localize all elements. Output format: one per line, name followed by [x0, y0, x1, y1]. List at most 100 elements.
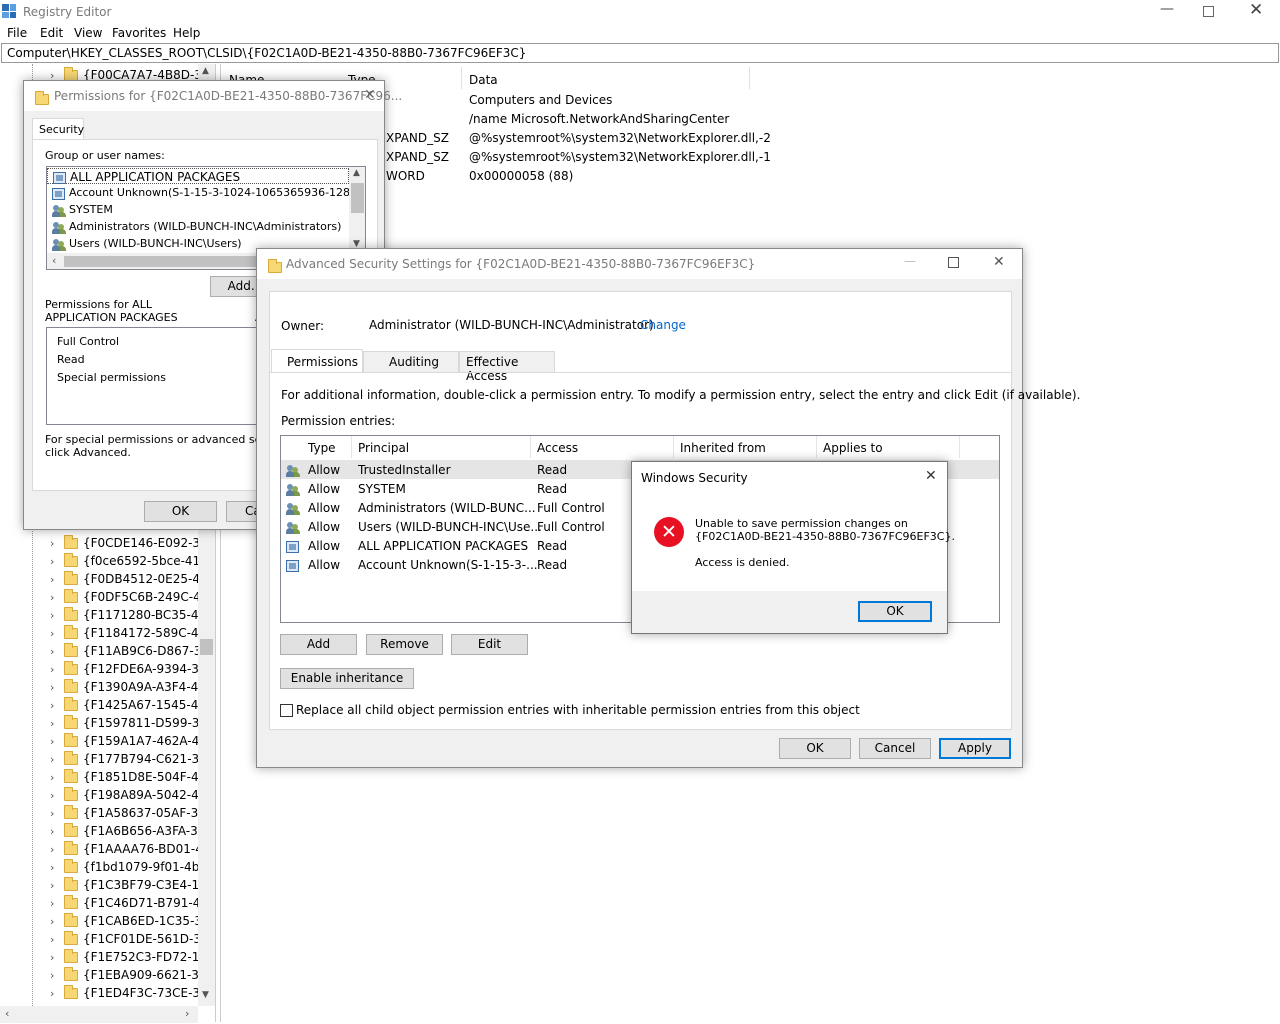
replace-checkbox-label[interactable]: Replace all child object permission entr… [296, 703, 860, 717]
tree-item[interactable]: › {F1184172-589C-4EC [50, 624, 212, 642]
ok-button[interactable]: OK [779, 738, 851, 759]
tab-auditing[interactable]: Auditing [363, 351, 459, 373]
tree-item[interactable]: › {F1390A9A-A3F4-4E! [50, 678, 212, 696]
address-bar[interactable]: Computer\HKEY_CLASSES_ROOT\CLSID\{F02C1A… [1, 43, 1279, 63]
restore-icon[interactable] [1203, 6, 1214, 17]
maximize-icon[interactable] [948, 257, 959, 268]
tree-item[interactable]: › {F1597811-D599-35D [50, 714, 212, 732]
chevron-right-icon[interactable]: › [50, 805, 64, 822]
close-icon[interactable]: ✕ [364, 87, 376, 103]
replace-checkbox[interactable] [280, 704, 293, 717]
scroll-left-icon[interactable]: ‹ [52, 254, 56, 267]
tree-item[interactable]: › {f1bd1079-9f01-4bdc [50, 858, 212, 876]
tab-permissions[interactable]: Permissions [271, 349, 363, 373]
tree-item[interactable]: › {F1171280-BC35-45d [50, 606, 212, 624]
chevron-right-icon[interactable]: › [50, 733, 64, 750]
chevron-right-icon[interactable]: › [50, 697, 64, 714]
menu-view[interactable]: View [74, 26, 102, 40]
user-list-item[interactable]: Account Unknown(S-1-15-3-1024-1065365936… [47, 185, 365, 201]
error-ok-button[interactable]: OK [858, 601, 932, 622]
tab-security[interactable]: Security [32, 118, 84, 140]
chevron-right-icon[interactable]: › [50, 553, 64, 570]
scroll-thumb[interactable] [200, 639, 213, 655]
tree-item[interactable]: › {F1CF01DE-561D-3D [50, 930, 212, 948]
tree-item[interactable]: › {F1851D8E-504F-48A [50, 768, 212, 786]
chevron-right-icon[interactable]: › [50, 589, 64, 606]
minimize-icon[interactable]: — [904, 254, 916, 268]
tree-item[interactable]: › {f0ce6592-5bce-41cc [50, 552, 212, 570]
chevron-right-icon[interactable]: › [50, 859, 64, 876]
chevron-right-icon[interactable]: › [50, 535, 64, 552]
change-owner-link[interactable]: Change [640, 318, 686, 332]
col-access[interactable]: Access [537, 441, 578, 455]
chevron-right-icon[interactable]: › [50, 571, 64, 588]
menu-help[interactable]: Help [173, 26, 200, 40]
enable-inheritance-button[interactable]: Enable inheritance [280, 668, 414, 689]
tree-item[interactable]: › {F1A6B656-A3FA-3A [50, 822, 212, 840]
chevron-right-icon[interactable]: › [50, 787, 64, 804]
chevron-right-icon[interactable]: › [50, 661, 64, 678]
col-principal[interactable]: Principal [358, 441, 409, 455]
scroll-down-icon[interactable]: ▼ [202, 990, 209, 1000]
chevron-right-icon[interactable]: › [50, 823, 64, 840]
chevron-right-icon[interactable]: › [50, 643, 64, 660]
scroll-left-icon[interactable]: ‹ [5, 1007, 9, 1020]
col-type[interactable]: Type [308, 441, 336, 455]
tree-item[interactable]: › {F1C46D71-B791-411 [50, 894, 212, 912]
chevron-right-icon[interactable]: › [50, 895, 64, 912]
user-list-item[interactable]: Administrators (WILD-BUNCH-INC\Administr… [47, 219, 349, 235]
remove-entry-button[interactable]: Remove [366, 634, 443, 655]
tree-item[interactable]: › {F1AAAA76-BD01-42 [50, 840, 212, 858]
scroll-up-icon[interactable]: ▲ [353, 168, 360, 178]
chevron-right-icon[interactable]: › [50, 931, 64, 948]
tree-item[interactable]: › {F1425A67-1545-44A [50, 696, 212, 714]
chevron-right-icon[interactable]: › [50, 715, 64, 732]
tree-item[interactable]: › {F1EBA909-6621-346 [50, 966, 212, 984]
minimize-icon[interactable]: — [1160, 1, 1174, 17]
tree-item[interactable]: › {F0DF5C6B-249C-4FI [50, 588, 212, 606]
close-icon[interactable]: ✕ [925, 468, 937, 484]
edit-entry-button[interactable]: Edit [451, 634, 528, 655]
user-list-vscroll[interactable]: ▲ ▼ [349, 167, 365, 253]
chevron-right-icon[interactable]: › [50, 985, 64, 1002]
tree-item[interactable]: › {F0CDE146-E092-39C [50, 534, 212, 552]
chevron-right-icon[interactable]: › [50, 679, 64, 696]
user-list-item[interactable]: SYSTEM [47, 202, 349, 218]
col-data[interactable]: Data [469, 73, 498, 87]
menu-favorites[interactable]: Favorites [112, 26, 166, 40]
tree-item[interactable]: › {F1A58637-05AF-3E2 [50, 804, 212, 822]
scroll-thumb[interactable] [351, 183, 364, 213]
tree-item[interactable]: › {F1E752C3-FD72-11D [50, 948, 212, 966]
user-list-item[interactable]: ALL APPLICATION PACKAGES [47, 168, 349, 184]
chevron-right-icon[interactable]: › [50, 751, 64, 768]
chevron-right-icon[interactable]: › [50, 877, 64, 894]
tree-item[interactable]: › {F12FDE6A-9394-3C3 [50, 660, 212, 678]
cancel-button[interactable]: Cancel [859, 738, 931, 759]
chevron-right-icon[interactable]: › [50, 967, 64, 984]
menu-file[interactable]: File [7, 26, 27, 40]
chevron-right-icon[interactable]: › [50, 949, 64, 966]
chevron-right-icon[interactable]: › [50, 841, 64, 858]
tree-item[interactable]: › {F11AB9C6-D867-3B [50, 642, 212, 660]
tree-item[interactable]: › {F177B794-C621-33C [50, 750, 212, 768]
tree-item[interactable]: › {F159A1A7-462A-4FF [50, 732, 212, 750]
chevron-right-icon[interactable]: › [50, 913, 64, 930]
tree-item[interactable]: › {F0DB4512-0E25-4A1 [50, 570, 212, 588]
apply-button[interactable]: Apply [939, 738, 1011, 759]
tree-item[interactable]: › {F198A89A-5042-429 [50, 786, 212, 804]
col-inherited-from[interactable]: Inherited from [680, 441, 766, 455]
tree-hscrollbar[interactable]: ‹ › [0, 1006, 198, 1023]
add-entry-button[interactable]: Add [280, 634, 357, 655]
chevron-right-icon[interactable]: › [50, 625, 64, 642]
close-icon[interactable]: ✕ [993, 254, 1005, 270]
tab-effective-access[interactable]: Effective Access [459, 351, 555, 383]
tree-item[interactable]: › {F1C3BF79-C3E4-11D [50, 876, 212, 894]
menu-edit[interactable]: Edit [40, 26, 63, 40]
tree-item[interactable]: › {F1ED4F3C-73CE-3B [50, 984, 212, 1002]
scroll-up-icon[interactable]: ▲ [202, 66, 209, 76]
scroll-right-icon[interactable]: › [185, 1007, 189, 1020]
ok-button[interactable]: OK [144, 501, 217, 522]
close-icon[interactable]: ✕ [1249, 0, 1263, 20]
chevron-right-icon[interactable]: › [50, 607, 64, 624]
tree-item[interactable]: › {F1CAB6ED-1C35-32 [50, 912, 212, 930]
